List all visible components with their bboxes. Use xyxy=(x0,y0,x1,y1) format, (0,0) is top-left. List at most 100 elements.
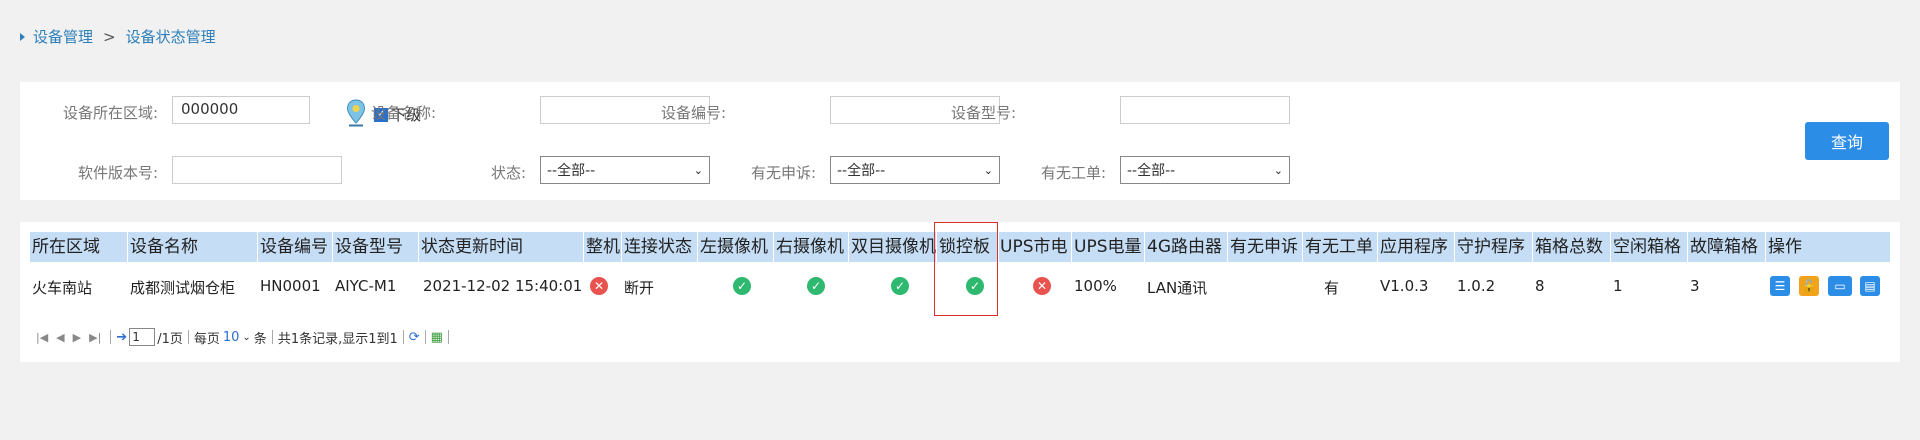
software-version-label: 软件版本号: xyxy=(77,164,158,182)
workorder-select[interactable]: --全部-- ⌄ xyxy=(1120,156,1290,184)
col-complaint[interactable]: 有无申诉 xyxy=(1230,232,1298,262)
col-device-no[interactable]: 设备编号 xyxy=(260,232,328,262)
col-ups-power[interactable]: UPS电量 xyxy=(1074,232,1142,262)
records-summary: 共1条记录,显示1到1 xyxy=(277,331,398,347)
chevron-down-icon: ⌄ xyxy=(983,163,993,177)
first-page-icon[interactable]: |◀ xyxy=(36,331,48,344)
page-number-input[interactable]: 1 xyxy=(129,328,156,346)
per-page-unit: 条 xyxy=(253,331,267,347)
col-region[interactable]: 所在区域 xyxy=(32,232,100,262)
col-divider xyxy=(621,232,622,262)
col-divider xyxy=(697,232,698,262)
col-divider xyxy=(418,232,419,262)
device-model-input[interactable] xyxy=(1120,96,1290,124)
col-divider xyxy=(1532,232,1533,262)
refresh-icon[interactable]: ⟳ xyxy=(409,330,420,345)
col-device-name[interactable]: 设备名称 xyxy=(130,232,198,262)
col-divider xyxy=(1302,232,1303,262)
cell-model: AIYC-M1 xyxy=(335,277,397,295)
col-updated[interactable]: 状态更新时间 xyxy=(421,232,523,262)
cell-daemon-version: 1.0.2 xyxy=(1457,277,1496,295)
col-fault-cells[interactable]: 故障箱格 xyxy=(1690,232,1758,262)
col-divider xyxy=(1071,232,1072,262)
pager-divider xyxy=(110,330,112,344)
cell-app-version: V1.0.3 xyxy=(1380,277,1429,295)
left-camera-ok-icon: ✓ xyxy=(733,277,751,295)
chevron-down-icon[interactable]: ⌄ xyxy=(242,332,250,343)
col-actions: 操作 xyxy=(1768,237,1802,257)
col-divider xyxy=(257,232,258,262)
export-excel-icon[interactable]: ▦ xyxy=(431,330,443,345)
col-model[interactable]: 设备型号 xyxy=(335,232,403,262)
col-router-4g[interactable]: 4G路由器 xyxy=(1147,232,1222,262)
pager-divider xyxy=(271,330,273,344)
region-label: 设备所在区域: xyxy=(62,104,158,122)
breadcrumb-current[interactable]: 设备状态管理 xyxy=(126,26,216,47)
cell-total-cells: 8 xyxy=(1535,277,1545,295)
pagination-bar: |◀ ◀ ▶ ▶| ➔ 1 /1页 每页 10 ⌄ 条 共1条记录,显示1到1 … xyxy=(32,327,454,347)
col-workorder[interactable]: 有无工单 xyxy=(1305,232,1373,262)
prev-page-icon[interactable]: ◀ xyxy=(56,331,64,344)
software-version-input[interactable] xyxy=(172,156,342,184)
whole-machine-error-icon: ✕ xyxy=(590,277,608,295)
unlock-icon[interactable]: 🔓 xyxy=(1799,276,1819,296)
col-divider xyxy=(127,232,128,262)
col-total-cells[interactable]: 箱格总数 xyxy=(1535,232,1603,262)
per-page-select[interactable]: 10 xyxy=(223,330,240,345)
chevron-down-icon: ⌄ xyxy=(1273,163,1283,177)
col-left-camera[interactable]: 左摄像机 xyxy=(700,232,768,262)
goto-page-icon[interactable]: ➔ xyxy=(116,330,127,345)
col-connection[interactable]: 连接状态 xyxy=(624,232,692,262)
monitor-icon[interactable]: ▭ xyxy=(1828,276,1852,296)
query-button[interactable]: 查询 xyxy=(1805,122,1889,160)
cell-connection: 断开 xyxy=(624,279,655,297)
last-page-icon[interactable]: ▶| xyxy=(89,331,101,344)
lock-board-highlight-box xyxy=(934,222,998,316)
device-no-label: 设备编号: xyxy=(660,104,726,122)
breadcrumb: 设备管理 > 设备状态管理 xyxy=(20,26,216,47)
clipboard-icon[interactable]: ▤ xyxy=(1860,276,1880,296)
col-divider xyxy=(773,232,774,262)
col-divider xyxy=(1687,232,1688,262)
col-divider xyxy=(332,232,333,262)
complaint-select[interactable]: --全部-- ⌄ xyxy=(830,156,1000,184)
col-right-camera[interactable]: 右摄像机 xyxy=(776,232,844,262)
breadcrumb-arrow-icon xyxy=(20,32,25,41)
ups-mains-error-icon: ✕ xyxy=(1033,277,1051,295)
col-divider xyxy=(1227,232,1228,262)
region-input[interactable]: 000000 xyxy=(172,96,310,124)
col-divider xyxy=(1765,232,1766,262)
col-app-version[interactable]: 应用程序 xyxy=(1380,232,1448,262)
col-daemon-version[interactable]: 守护程序 xyxy=(1457,232,1525,262)
workorder-select-value: --全部-- xyxy=(1127,163,1176,179)
breadcrumb-parent-link[interactable]: 设备管理 xyxy=(33,26,93,47)
per-page-label: 每页 xyxy=(193,331,220,347)
next-page-icon[interactable]: ▶ xyxy=(73,331,81,344)
cell-updated: 2021-12-02 15:40:01 xyxy=(423,277,583,295)
cell-ups-power: 100% xyxy=(1074,277,1117,295)
device-model-label: 设备型号: xyxy=(950,104,1016,122)
col-binocular-camera[interactable]: 双目摄像机 xyxy=(851,232,936,262)
status-label: 状态: xyxy=(490,164,526,182)
col-ups-mains[interactable]: UPS市电 xyxy=(1000,232,1068,262)
col-whole-machine[interactable]: 整机 xyxy=(586,232,620,262)
search-panel: 设备所在区域: 000000 ✓ 下级 设备名称: 设备编号: 设备型号: 软件… xyxy=(20,82,1900,200)
col-divider xyxy=(1610,232,1611,262)
status-select[interactable]: --全部-- ⌄ xyxy=(540,156,710,184)
col-divider xyxy=(1144,232,1145,262)
col-divider xyxy=(998,232,999,262)
cell-free-cells: 1 xyxy=(1613,277,1623,295)
device-status-table: 所在区域 设备名称 设备编号 设备型号 状态更新时间 整机 连接状态 左摄像机 … xyxy=(20,222,1900,362)
cell-fault-cells: 3 xyxy=(1690,277,1700,295)
detail-list-icon[interactable]: ☰ xyxy=(1770,276,1790,296)
pager-divider xyxy=(447,330,449,344)
breadcrumb-separator: > xyxy=(103,27,116,46)
col-divider xyxy=(1454,232,1455,262)
col-free-cells[interactable]: 空闲箱格 xyxy=(1613,232,1681,262)
complaint-label: 有无申诉: xyxy=(750,164,816,182)
cell-workorder: 有 xyxy=(1324,279,1340,297)
col-divider xyxy=(583,232,584,262)
workorder-label: 有无工单: xyxy=(1040,164,1106,182)
binocular-camera-ok-icon: ✓ xyxy=(891,277,909,295)
cell-region: 火车南站 xyxy=(32,279,93,297)
